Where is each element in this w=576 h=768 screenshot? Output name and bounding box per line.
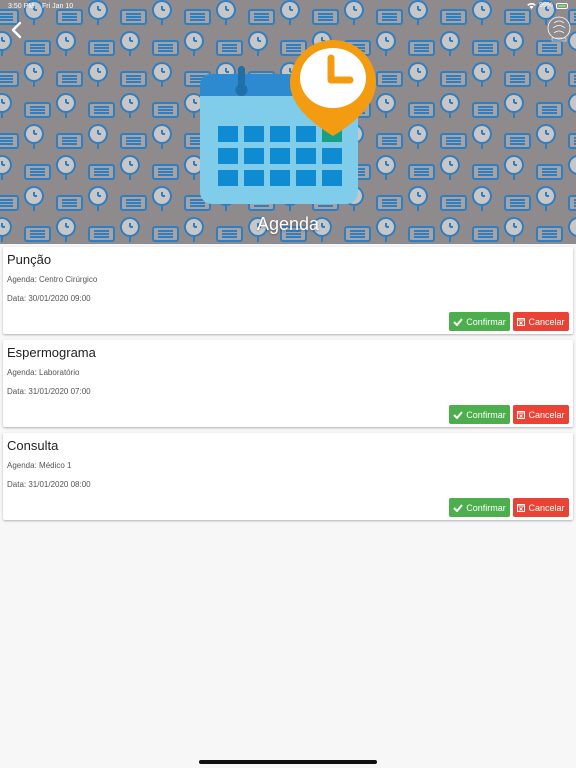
appointment-agenda: Agenda: Laboratório <box>7 368 80 377</box>
back-button[interactable] <box>6 19 28 41</box>
confirm-label: Confirmar <box>466 502 506 513</box>
check-icon <box>453 317 464 326</box>
cancel-label: Cancelar <box>528 409 565 420</box>
cancel-label: Cancelar <box>528 316 565 327</box>
calendar-x-icon <box>517 504 526 512</box>
battery-percent: 99% <box>538 2 553 9</box>
appointment-list: Punção Agenda: Centro Cirúrgico Data: 30… <box>3 247 573 526</box>
check-icon <box>453 503 464 512</box>
status-time: 3:50 PM <box>8 3 35 10</box>
appointment-card: Consulta Agenda: Médico 1 Data: 31/01/20… <box>3 433 573 520</box>
appointment-card: Punção Agenda: Centro Cirúrgico Data: 30… <box>3 247 573 334</box>
status-bar: 3:50 PM Fri Jan 10 99% <box>0 0 576 14</box>
confirm-label: Confirmar <box>466 409 506 420</box>
chevron-left-icon <box>11 21 22 39</box>
appointment-date: Data: 31/01/2020 08:00 <box>7 480 91 489</box>
appointment-date: Data: 30/01/2020 09:00 <box>7 294 91 303</box>
header-banner: 3:50 PM Fri Jan 10 99% Agenda <box>0 0 576 244</box>
confirm-label: Confirmar <box>466 316 506 327</box>
appointment-card: Espermograma Agenda: Laboratório Data: 3… <box>3 340 573 427</box>
appointment-title: Consulta <box>7 438 59 453</box>
status-right: 99% <box>527 2 568 9</box>
wifi-icon <box>527 2 536 9</box>
appointment-agenda: Agenda: Médico 1 <box>7 461 72 470</box>
page-title: Agenda <box>256 214 320 234</box>
app-logo <box>547 16 571 42</box>
calendar-x-icon <box>517 318 526 326</box>
confirm-button[interactable]: Confirmar <box>449 498 510 517</box>
cancel-label: Cancelar <box>528 502 565 513</box>
appointment-date: Data: 31/01/2020 07:00 <box>7 387 91 396</box>
battery-icon <box>556 2 568 9</box>
appointment-agenda: Agenda: Centro Cirúrgico <box>7 275 98 284</box>
cancel-button[interactable]: Cancelar <box>513 405 569 424</box>
calendar-x-icon <box>517 411 526 419</box>
cancel-button[interactable]: Cancelar <box>513 312 569 331</box>
check-icon <box>453 410 464 419</box>
confirm-button[interactable]: Confirmar <box>449 405 510 424</box>
calendar-clock-icon <box>200 40 376 204</box>
home-indicator[interactable] <box>199 760 377 764</box>
appointment-title: Espermograma <box>7 345 96 360</box>
appointment-title: Punção <box>7 252 52 267</box>
confirm-button[interactable]: Confirmar <box>449 312 510 331</box>
status-date: Fri Jan 10 <box>42 3 74 10</box>
cancel-button[interactable]: Cancelar <box>513 498 569 517</box>
